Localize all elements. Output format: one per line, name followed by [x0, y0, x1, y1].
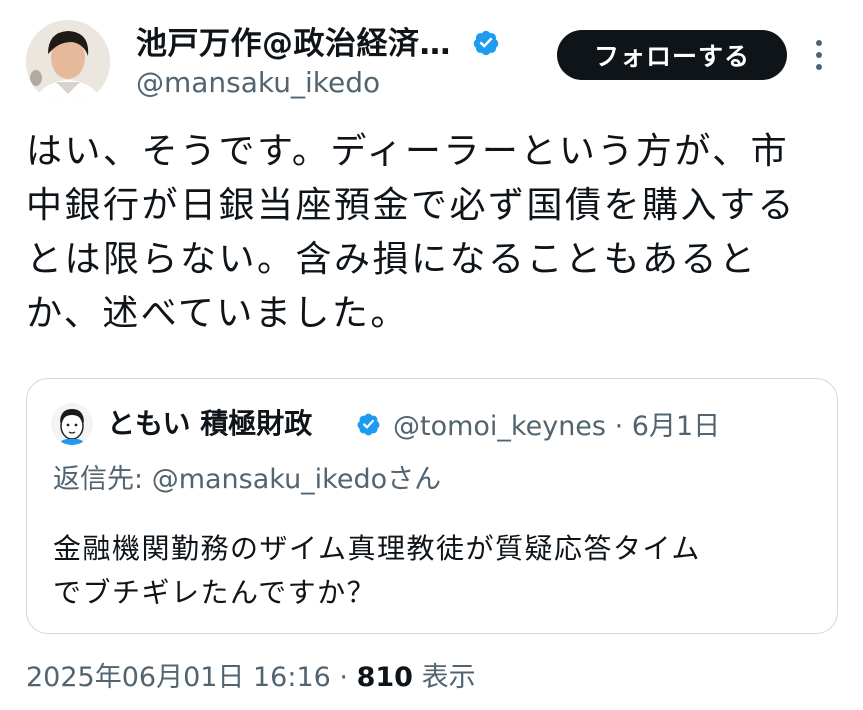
meta-separator: ·: [614, 411, 624, 442]
reply-suffix: さん: [387, 464, 442, 495]
author-avatar[interactable]: [26, 20, 110, 104]
author-display-name[interactable]: 池戸万作@政治経済…: [136, 18, 451, 63]
reply-prefix: 返信先:: [53, 464, 152, 495]
tweet-text: はい、そうです。ディーラーという方が、市 中銀行が日銀当座預金で必ず国債を購入す…: [26, 125, 846, 341]
quoted-author-avatar[interactable]: [51, 403, 93, 445]
tweet-card: 池戸万作@政治経済… @mansaku_ikedo フォローする はい、そうです…: [0, 0, 863, 710]
quoted-meta: @tomoi_keynes · 6月1日: [393, 404, 720, 443]
quoted-tweet[interactable]: ともい 積極財政 @tomoi_keynes · 6月1日 返信先: @mans…: [26, 378, 838, 634]
reply-mention-link[interactable]: @mansaku_ikedo: [152, 464, 387, 495]
tweet-text-line: か、述べていました。: [26, 293, 409, 334]
follow-button[interactable]: フォローする: [557, 30, 787, 80]
tweet-text-line: はい、そうです。ディーラーという方が、市: [26, 131, 790, 172]
quoted-date[interactable]: 6月1日: [632, 411, 720, 442]
verified-badge-icon: [357, 413, 380, 436]
tweet-text-line: 中銀行が日銀当座預金で必ず国債を購入する: [26, 185, 797, 226]
quoted-text-line: でブチギレたんですか？: [53, 576, 377, 609]
reply-to-line: 返信先: @mansaku_ikedoさん: [53, 457, 441, 496]
quoted-tweet-text: 金融機関勤務のザイム真理教徒が質疑応答タイム でブチギレたんですか？: [53, 527, 813, 615]
verified-badge-icon: [473, 30, 499, 56]
author-handle[interactable]: @mansaku_ikedo: [136, 66, 380, 99]
tweet-timestamp[interactable]: 2025年06月01日 16:16: [26, 662, 331, 693]
more-vertical-icon[interactable]: [813, 38, 825, 72]
footer-separator: ·: [339, 662, 349, 693]
quoted-author-name[interactable]: ともい 積極財政: [107, 402, 312, 442]
tweet-text-line: とは限らない。含み損になることもあると: [26, 239, 758, 280]
views-count: 810: [356, 662, 413, 693]
tweet-footer: 2025年06月01日 16:16 · 810 表示: [26, 655, 476, 694]
quoted-text-line: 金融機関勤務のザイム真理教徒が質疑応答タイム: [53, 532, 701, 565]
views-label: 表示: [421, 662, 476, 693]
quoted-author-handle[interactable]: @tomoi_keynes: [393, 411, 606, 442]
